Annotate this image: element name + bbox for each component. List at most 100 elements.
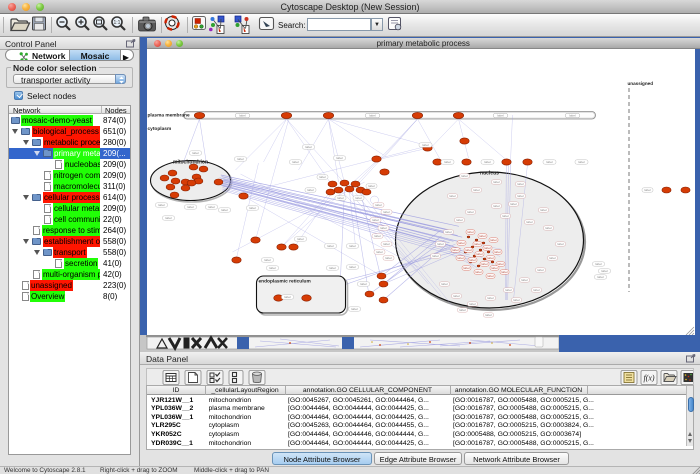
svg-text:label: label bbox=[557, 242, 564, 246]
svg-text:label: label bbox=[269, 266, 276, 270]
svg-text:label: label bbox=[517, 182, 524, 186]
svg-text:label: label bbox=[372, 218, 379, 222]
svg-text:label: label bbox=[351, 307, 358, 311]
svg-text:label: label bbox=[458, 241, 465, 245]
svg-text:label: label bbox=[491, 266, 498, 270]
svg-text:cytoplasm: cytoplasm bbox=[147, 126, 171, 132]
svg-text:label: label bbox=[474, 242, 481, 246]
svg-text:label: label bbox=[192, 151, 199, 155]
svg-text:label: label bbox=[595, 262, 602, 266]
svg-text:label: label bbox=[158, 203, 165, 207]
svg-text:label: label bbox=[380, 226, 387, 230]
svg-text:label: label bbox=[437, 242, 444, 246]
svg-text:label: label bbox=[292, 160, 299, 164]
svg-text:label: label bbox=[467, 230, 474, 234]
svg-text:label: label bbox=[475, 270, 482, 274]
svg-text:unassigned: unassigned bbox=[627, 81, 653, 86]
svg-text:label: label bbox=[336, 156, 343, 160]
svg-text:label: label bbox=[459, 308, 466, 312]
svg-text:label: label bbox=[521, 278, 528, 282]
svg-text:label: label bbox=[469, 258, 476, 262]
svg-text:label: label bbox=[578, 160, 585, 164]
svg-text:label: label bbox=[467, 210, 474, 214]
svg-text:label: label bbox=[487, 256, 494, 260]
svg-text:label: label bbox=[444, 160, 451, 164]
svg-text:label: label bbox=[513, 298, 520, 302]
svg-text:label: label bbox=[476, 252, 483, 256]
svg-text:label: label bbox=[502, 214, 509, 218]
svg-text:label: label bbox=[481, 262, 488, 266]
svg-text:label: label bbox=[337, 196, 344, 200]
svg-text:label: label bbox=[463, 266, 470, 270]
svg-text:label: label bbox=[422, 143, 429, 147]
svg-text:label: label bbox=[264, 258, 271, 262]
svg-text:label: label bbox=[485, 313, 492, 317]
svg-text:label: label bbox=[545, 226, 552, 230]
svg-text:label: label bbox=[249, 206, 256, 210]
svg-text:label: label bbox=[465, 248, 472, 252]
svg-text:label: label bbox=[376, 250, 383, 254]
svg-text:label: label bbox=[493, 204, 500, 208]
svg-text:nucleus: nucleus bbox=[480, 171, 499, 177]
svg-text:label: label bbox=[501, 270, 508, 274]
svg-text:label: label bbox=[349, 244, 356, 248]
svg-text:label: label bbox=[452, 248, 459, 252]
svg-text:label: label bbox=[497, 114, 504, 118]
svg-text:label: label bbox=[297, 237, 304, 241]
svg-text:label: label bbox=[533, 288, 540, 292]
svg-text:label: label bbox=[597, 275, 604, 279]
svg-text:label: label bbox=[537, 268, 544, 272]
svg-text:label: label bbox=[319, 175, 326, 179]
svg-text:endoplasmic reticulum: endoplasmic reticulum bbox=[258, 279, 310, 285]
svg-text:label: label bbox=[473, 188, 480, 192]
svg-text:mitochondrion: mitochondrion bbox=[173, 160, 208, 166]
svg-text:label: label bbox=[546, 160, 553, 164]
svg-text:f(x): f(x) bbox=[643, 374, 654, 383]
svg-text:label: label bbox=[375, 203, 382, 207]
svg-text:label: label bbox=[374, 234, 381, 238]
svg-text:label: label bbox=[453, 294, 460, 298]
svg-text:label: label bbox=[165, 216, 172, 220]
svg-text:label: label bbox=[601, 269, 608, 273]
svg-text:label: label bbox=[441, 282, 448, 286]
svg-text:label: label bbox=[360, 282, 367, 286]
svg-text:label: label bbox=[549, 256, 556, 260]
svg-text:label: label bbox=[487, 274, 494, 278]
svg-text:plasma membrane: plasma membrane bbox=[147, 113, 189, 119]
svg-text:label: label bbox=[329, 266, 336, 270]
svg-text:label: label bbox=[284, 295, 291, 299]
svg-text:label: label bbox=[368, 184, 375, 188]
svg-text:label: label bbox=[493, 180, 500, 184]
svg-text:label: label bbox=[239, 114, 246, 118]
svg-text:label: label bbox=[510, 202, 517, 206]
svg-text:label: label bbox=[494, 250, 501, 254]
svg-text:label: label bbox=[349, 265, 356, 269]
svg-text:label: label bbox=[484, 160, 491, 164]
svg-text:label: label bbox=[479, 234, 486, 238]
svg-text:label: label bbox=[432, 254, 439, 258]
svg-text:label: label bbox=[526, 220, 533, 224]
svg-text:label: label bbox=[445, 230, 452, 234]
svg-text:label: label bbox=[457, 256, 464, 260]
svg-text:label: label bbox=[383, 242, 390, 246]
svg-text:label: label bbox=[305, 145, 312, 149]
svg-text:label: label bbox=[497, 262, 504, 266]
svg-text:label: label bbox=[187, 205, 194, 209]
svg-text:label: label bbox=[208, 205, 215, 209]
svg-text:label: label bbox=[487, 296, 494, 300]
svg-text:label: label bbox=[307, 188, 314, 192]
svg-text:label: label bbox=[569, 114, 576, 118]
svg-text:label: label bbox=[456, 218, 463, 222]
svg-text:label: label bbox=[517, 194, 524, 198]
svg-text:label: label bbox=[644, 188, 651, 192]
svg-text:1:1: 1:1 bbox=[114, 20, 121, 26]
svg-text:label: label bbox=[449, 194, 456, 198]
svg-text:label: label bbox=[383, 210, 390, 214]
svg-text:label: label bbox=[221, 208, 228, 212]
svg-text:label: label bbox=[540, 208, 547, 212]
svg-text:label: label bbox=[237, 157, 244, 161]
svg-text:label: label bbox=[505, 288, 512, 292]
svg-text:label: label bbox=[469, 302, 476, 306]
svg-text:label: label bbox=[484, 246, 491, 250]
svg-text:label: label bbox=[490, 238, 497, 242]
